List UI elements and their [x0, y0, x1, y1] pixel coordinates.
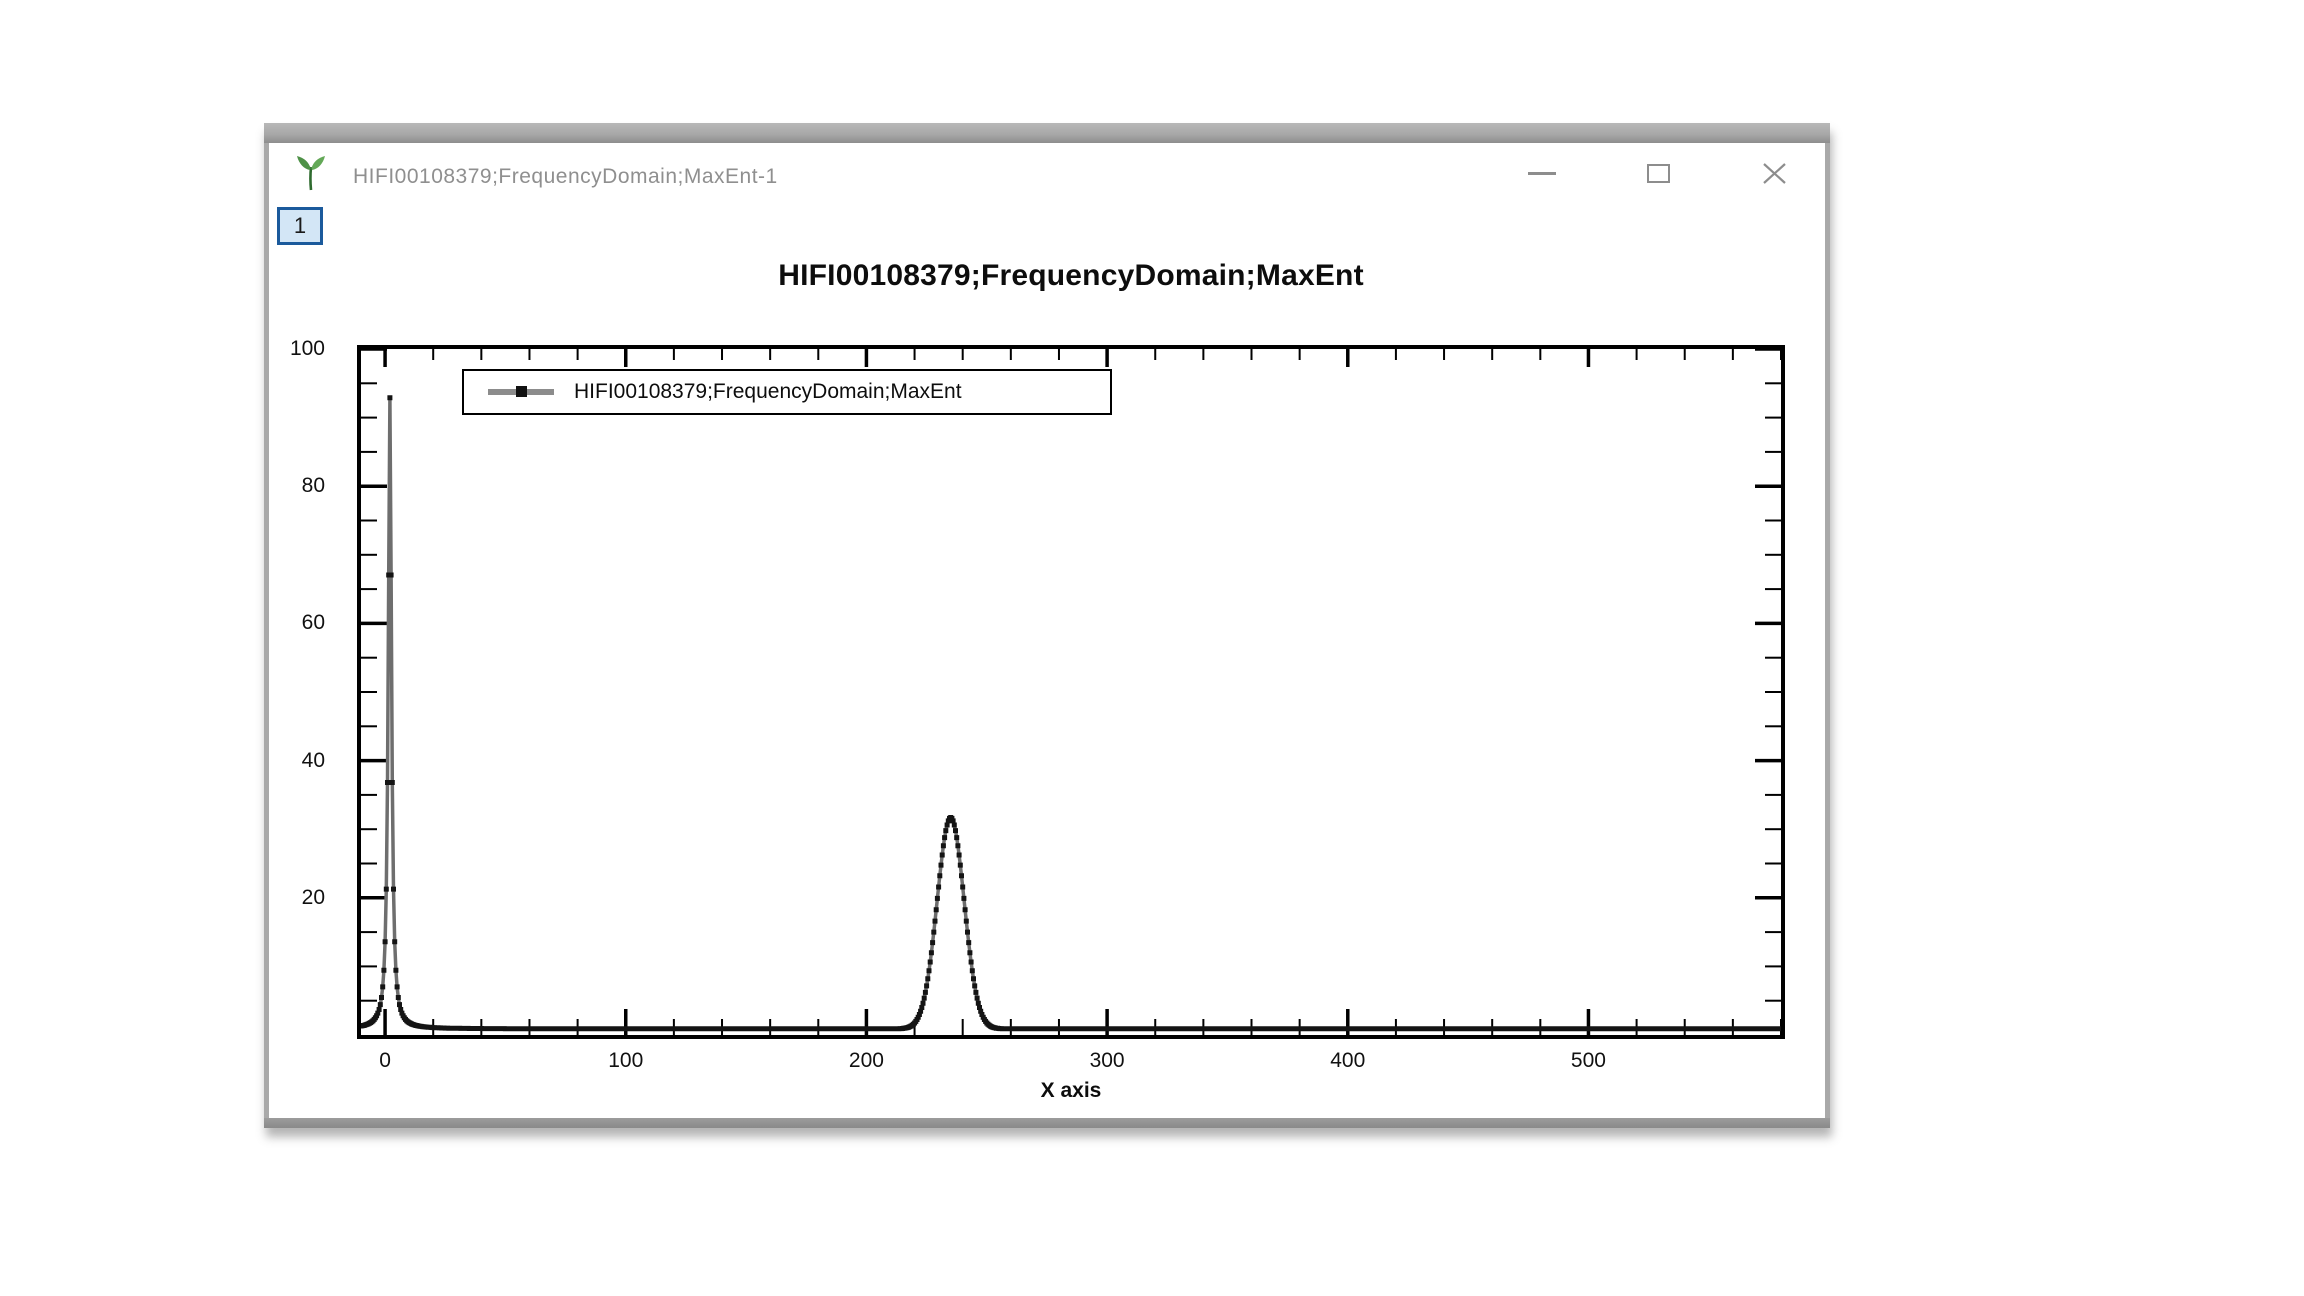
x-tick-label: 500	[1571, 1049, 1606, 1073]
maximize-button[interactable]	[1635, 151, 1681, 195]
maximize-icon	[1647, 164, 1670, 183]
plot-area	[357, 345, 1785, 1039]
x-tick-label: 300	[1090, 1049, 1125, 1073]
x-tick-label: 0	[379, 1049, 391, 1073]
minimize-icon	[1528, 172, 1556, 175]
x-tick-label: 200	[849, 1049, 884, 1073]
y-tick-label: 60	[255, 611, 325, 635]
y-tick-label: 80	[255, 474, 325, 498]
y-tick-label: 100	[255, 337, 325, 361]
titlebar[interactable]: HIFI00108379;FrequencyDomain;MaxEnt-1	[269, 143, 1825, 210]
close-icon	[1761, 162, 1788, 185]
legend-label: HIFI00108379;FrequencyDomain;MaxEnt	[574, 380, 962, 404]
x-tick-label: 100	[608, 1049, 643, 1073]
legend-marker-icon	[516, 386, 527, 397]
plot-tab-1[interactable]: 1	[277, 207, 323, 245]
close-button[interactable]	[1751, 151, 1797, 195]
series-markers	[361, 395, 1781, 1031]
chart-title: HIFI00108379;FrequencyDomain;MaxEnt	[357, 259, 1785, 293]
x-axis-title: X axis	[357, 1079, 1785, 1103]
series-line	[361, 398, 1781, 1029]
x-tick-label: 400	[1330, 1049, 1365, 1073]
window-top-frame	[264, 123, 1830, 143]
plot-window: HIFI00108379;FrequencyDomain;MaxEnt-1 1 …	[264, 123, 1830, 1128]
y-tick-label: 20	[255, 886, 325, 910]
legend-box: HIFI00108379;FrequencyDomain;MaxEnt	[462, 369, 1112, 415]
y-tick-label: 40	[255, 749, 325, 773]
minimize-button[interactable]	[1519, 151, 1565, 195]
window-title: HIFI00108379;FrequencyDomain;MaxEnt-1	[353, 143, 778, 210]
sprout-icon	[295, 153, 327, 193]
plot-canvas	[361, 349, 1781, 1035]
window-bottom-frame	[264, 1118, 1830, 1128]
legend-line-sample	[488, 389, 554, 395]
